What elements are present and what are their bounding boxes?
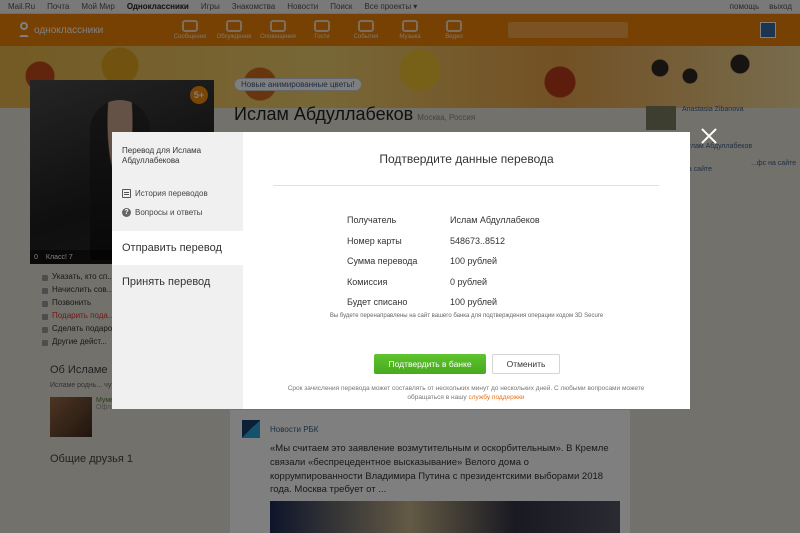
modal-sidebar: Перевод для Ислама Абдуллабекова История… <box>112 132 243 409</box>
detail-label: Комиссия <box>347 276 388 287</box>
detail-label: Номер карты <box>347 235 402 246</box>
tab-receive-transfer[interactable]: Принять перевод <box>112 265 243 299</box>
divider <box>273 185 659 186</box>
support-link[interactable]: службу поддержки <box>469 394 525 401</box>
detail-row-commission: Комиссия 0 рублей <box>347 272 540 293</box>
sidebar-link-label: Вопросы и ответы <box>135 207 203 217</box>
cancel-button[interactable]: Отменить <box>492 354 560 374</box>
detail-value: 0 рублей <box>450 276 488 287</box>
detail-label: Получатель <box>347 215 397 226</box>
tab-send-transfer[interactable]: Отправить перевод <box>112 230 243 265</box>
transfer-details: Получатель Ислам Абдуллабеков Номер карт… <box>347 210 540 313</box>
detail-row-total: Будет списано 100 рублей <box>347 292 540 313</box>
confirm-in-bank-button[interactable]: Подтвердить в банке <box>374 354 486 374</box>
footer-text: Срок зачисления перевода может составлят… <box>287 385 645 402</box>
transfer-history-link[interactable]: История переводов <box>122 188 243 198</box>
detail-value: 100 рублей <box>450 256 498 267</box>
detail-label: Будет списано <box>347 297 408 308</box>
detail-value: 548673..8512 <box>450 235 506 246</box>
modal-content: Подтвердите данные перевода Получатель И… <box>243 132 690 409</box>
detail-label: Сумма перевода <box>347 256 418 267</box>
detail-value: Ислам Абдуллабеков <box>450 215 540 226</box>
sidebar-title: Перевод для Ислама Абдуллабекова <box>122 146 202 166</box>
faq-link[interactable]: ? Вопросы и ответы <box>122 207 243 217</box>
detail-row-amount: Сумма перевода 100 рублей <box>347 251 540 272</box>
sidebar-nav: Отправить перевод Принять перевод <box>112 230 243 299</box>
help-icon: ? <box>122 207 131 217</box>
footer-note: Срок зачисления перевода может составлят… <box>273 384 659 402</box>
detail-row-card-number: Номер карты 548673..8512 <box>347 231 540 252</box>
detail-value: 100 рублей <box>450 297 498 308</box>
transfer-modal: Перевод для Ислама Абдуллабекова История… <box>112 132 690 409</box>
history-icon <box>122 188 131 198</box>
detail-row-recipient: Получатель Ислам Абдуллабеков <box>347 210 540 231</box>
sidebar-link-label: История переводов <box>135 188 208 198</box>
close-icon[interactable] <box>699 126 719 146</box>
modal-title: Подтвердите данные перевода <box>379 152 554 166</box>
redirect-note: Вы будете перенаправлены на сайт вашего … <box>329 313 604 319</box>
